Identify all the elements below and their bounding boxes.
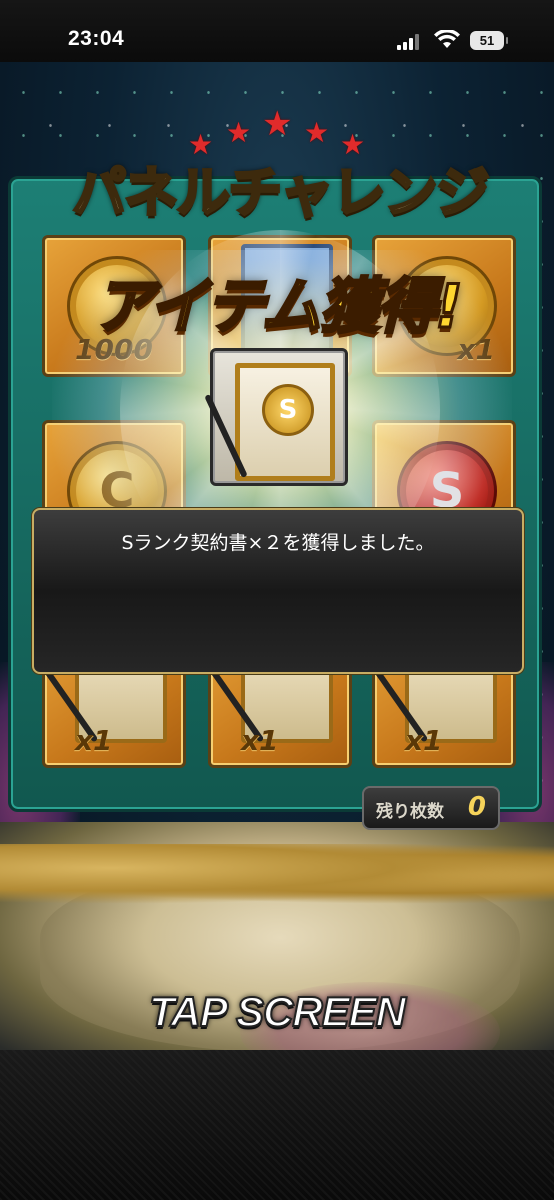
s-seal-icon: S — [262, 384, 314, 436]
star-icon: ★ — [304, 117, 330, 148]
wifi-icon — [434, 30, 460, 48]
panel-count: x1 — [75, 724, 113, 757]
battery-icon: 51 — [470, 31, 508, 50]
cellular-signal-icon — [397, 32, 425, 50]
panel-count: x1 — [241, 724, 279, 757]
panel-count: x1 — [405, 724, 443, 757]
status-time: 23:04 — [68, 27, 125, 50]
remaining-counter: 残り枚数 0 — [362, 786, 500, 830]
message-box: Sランク契約書×２を獲得しました。 — [32, 508, 524, 674]
gold-cloud-decoration — [0, 844, 554, 904]
s-rank-contract-icon: S — [235, 363, 335, 481]
star-icon: ★ — [262, 105, 293, 143]
remaining-label: 残り枚数 — [376, 802, 444, 822]
acquired-item-card: S — [204, 348, 348, 486]
remaining-value: 0 — [467, 792, 486, 822]
tap-screen-prompt[interactable]: TAP SCREEN — [0, 987, 554, 1036]
title-stars-decoration: ★ ★ ★ ★ ★ — [188, 105, 365, 160]
status-bar: 23:04 51 — [0, 0, 554, 62]
board-title: パネルチャレンジ — [71, 160, 491, 226]
star-icon: ★ — [226, 117, 252, 148]
message-text: Sランク契約書×２を獲得しました。 — [121, 532, 435, 554]
bottom-bezel — [0, 1050, 554, 1200]
item-acquired-title: アイテム獲得! — [92, 271, 464, 344]
